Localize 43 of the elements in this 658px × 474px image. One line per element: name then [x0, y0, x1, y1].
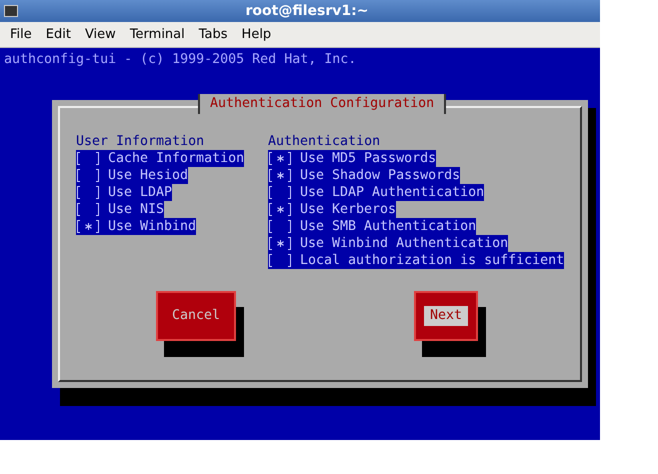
checkbox[interactable] — [268, 220, 292, 233]
option-label: Use Winbind — [107, 218, 196, 235]
asterisk-icon — [276, 155, 284, 162]
asterisk-icon — [276, 206, 284, 213]
checkbox[interactable] — [268, 237, 292, 250]
asterisk-icon — [276, 172, 284, 179]
menu-item[interactable]: Tabs — [198, 24, 228, 44]
window-title: root@filesrv1:~ — [244, 2, 370, 20]
menu-item[interactable]: Help — [242, 24, 272, 44]
checkbox[interactable] — [268, 203, 292, 216]
option-label: Use LDAP — [107, 184, 172, 201]
option-label: Use NIS — [107, 201, 164, 218]
menu-item[interactable]: File — [10, 24, 32, 44]
option-label: Use SMB Authentication — [299, 218, 476, 235]
option-label: Local authorization is sufficient — [299, 252, 564, 269]
option-label: Use Winbind Authentication — [299, 235, 508, 252]
checkbox[interactable] — [76, 169, 100, 182]
section-heading: User Information — [76, 133, 206, 150]
checkbox[interactable] — [76, 220, 100, 233]
checkbox[interactable] — [268, 254, 292, 267]
checkbox[interactable] — [76, 186, 100, 199]
section-heading: Authentication — [268, 133, 382, 150]
option-label: Use Kerberos — [299, 201, 396, 218]
checkbox[interactable] — [268, 169, 292, 182]
terminal-header: authconfig-tui - (c) 1999-2005 Red Hat, Inc. — [4, 51, 356, 69]
terminal-icon — [4, 5, 18, 17]
option-label: Use LDAP Authentication — [299, 184, 484, 201]
option-label: Use Hesiod — [107, 167, 188, 184]
checkbox[interactable] — [268, 152, 292, 165]
asterisk-icon — [276, 240, 284, 247]
option-label: Use MD5 Passwords — [299, 150, 436, 167]
checkbox[interactable] — [268, 186, 292, 199]
asterisk-icon — [84, 223, 92, 230]
option-label: Cache Information — [107, 150, 244, 167]
checkbox[interactable] — [76, 203, 100, 216]
option-label: Use Shadow Passwords — [299, 167, 460, 184]
menu-item[interactable]: View — [84, 24, 116, 44]
dialog-button[interactable]: Cancel — [156, 291, 236, 341]
menu-item[interactable]: Terminal — [130, 24, 185, 44]
dialog-title: Authentication Configuration — [198, 94, 446, 114]
menu-item[interactable]: Edit — [46, 24, 71, 44]
checkbox[interactable] — [76, 152, 100, 165]
dialog-button[interactable]: Next — [414, 291, 478, 341]
